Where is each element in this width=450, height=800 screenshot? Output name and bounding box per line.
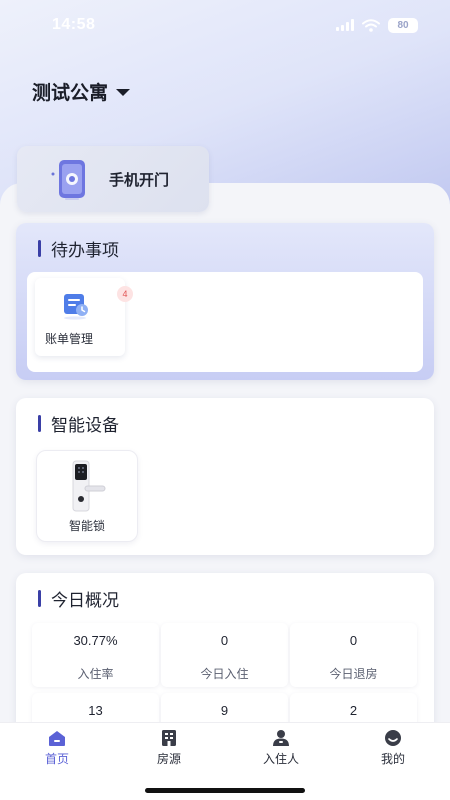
status-icons: 80 (336, 17, 418, 33)
stat-label: 入住率 (77, 667, 114, 681)
tab-label: 入住人 (262, 752, 299, 766)
apartment-name: 测试公寓 (32, 82, 109, 104)
overview-card-title: 今日概况 (38, 586, 119, 611)
tab-label: 首页 (44, 752, 69, 766)
signal-icon (336, 19, 354, 31)
caret-down-icon (116, 89, 131, 96)
stat-label: 今日入住 (200, 667, 249, 681)
stat-label: 今日退房 (329, 667, 378, 681)
tab-home[interactable]: 首页 (17, 729, 97, 773)
tab-label: 房源 (156, 752, 181, 766)
building-icon (162, 730, 176, 746)
tab-label: 我的 (380, 752, 405, 766)
todo-card: 待办事项 4 账单管理 (16, 223, 434, 380)
phone-open-door-label: 手机开门 (109, 170, 170, 189)
device-item-smart-lock[interactable]: 智能锁 (36, 450, 138, 542)
apartment-selector[interactable]: 测试公寓 (32, 78, 131, 105)
phone-door-icon (51, 160, 85, 200)
devices-card: 智能设备 智能锁 (16, 398, 434, 555)
device-item-label: 智能锁 (68, 519, 105, 533)
devices-card-title: 智能设备 (38, 411, 119, 436)
todo-item-billing[interactable]: 4 账单管理 (35, 278, 133, 356)
person-icon (273, 730, 289, 746)
stat-value: 0 (349, 633, 358, 648)
todo-count-badge: 4 (117, 286, 133, 302)
home-indicator (145, 788, 305, 793)
todo-card-title: 待办事项 (38, 236, 119, 261)
stat-occupancy-rate: 30.77% 入住率 (32, 623, 159, 687)
status-bar: 14:58 80 (0, 0, 450, 50)
phone-open-door-button[interactable]: 手机开门 (17, 146, 209, 212)
stat-checkin-today: 0 今日入住 (161, 623, 288, 687)
stat-value: 0 (220, 633, 229, 648)
title-accent-bar (38, 240, 41, 257)
devices-title-text: 智能设备 (51, 416, 119, 436)
title-accent-bar (38, 590, 41, 607)
bill-icon (64, 294, 88, 320)
todo-list: 4 账单管理 (27, 272, 423, 372)
tab-residents[interactable]: 入住人 (241, 729, 321, 773)
title-accent-bar (38, 415, 41, 432)
tab-mine[interactable]: 我的 (353, 729, 433, 773)
overview-title-text: 今日概况 (51, 591, 119, 611)
smart-lock-icon (72, 460, 106, 512)
profile-icon (385, 730, 401, 746)
tab-listings[interactable]: 房源 (129, 729, 209, 773)
battery-indicator: 80 (388, 17, 418, 33)
todo-item-label: 账单管理 (45, 332, 94, 346)
stat-value: 9 (220, 703, 229, 718)
stat-value: 13 (88, 703, 103, 718)
home-icon (49, 731, 65, 746)
todo-title-text: 待办事项 (51, 241, 119, 261)
stat-checkout-today: 0 今日退房 (290, 623, 417, 687)
stat-value: 2 (349, 703, 358, 718)
overview-card: 今日概况 30.77% 入住率 0 今日入住 0 今日退房 13 9 2 (16, 573, 434, 757)
status-time: 14:58 (52, 16, 96, 33)
wifi-icon (362, 18, 380, 32)
stat-value: 30.77% (73, 633, 118, 648)
